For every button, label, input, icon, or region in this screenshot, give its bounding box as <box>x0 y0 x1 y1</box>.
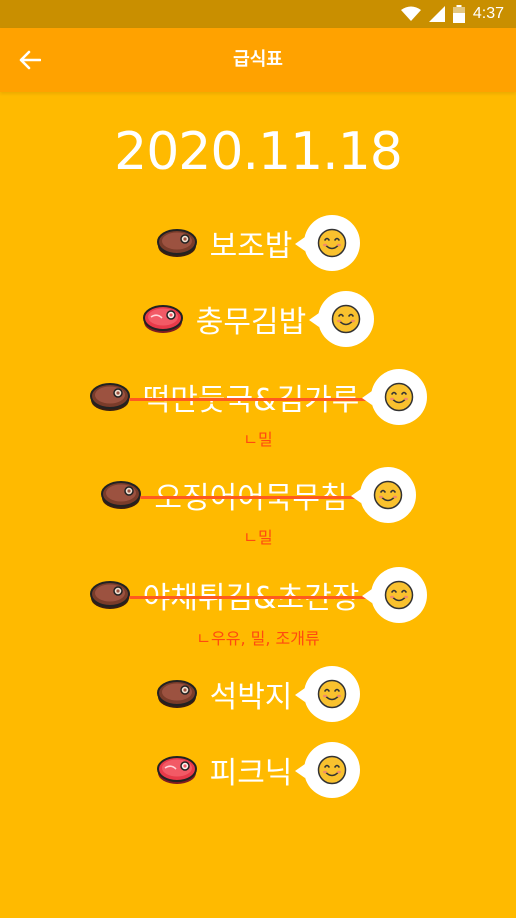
smile-rating-button[interactable] <box>295 666 361 722</box>
menu-item: 떡만둣국&김가루 <box>0 367 516 427</box>
smile-rating-button[interactable] <box>362 369 428 425</box>
allergy-note: ㄴ밀 <box>243 430 273 449</box>
smile-rating-button[interactable] <box>309 291 375 347</box>
menu-list: 보조밥 충무김밥 떡만둣국&김가루 ㄴ밀 오징어어묵무침 ㄴ밀 야채튀김&초간장… <box>0 0 516 918</box>
smile-rating-button[interactable] <box>362 567 428 623</box>
meat-icon <box>89 581 130 609</box>
smiling-face-icon <box>385 580 414 610</box>
menu-item: 보조밥 <box>0 213 516 273</box>
dish-name: 보조밥 <box>209 229 293 264</box>
dish-name: 피크닉 <box>209 756 293 791</box>
dish-name: 충무김밥 <box>195 305 307 340</box>
smile-rating-button[interactable] <box>295 742 361 798</box>
raw-meat-icon <box>156 756 197 784</box>
meat-icon <box>89 383 130 411</box>
smiling-face-icon <box>331 304 361 334</box>
menu-item: 야채튀김&초간장 <box>0 565 516 625</box>
meat-icon <box>156 680 197 708</box>
meat-icon <box>101 481 142 509</box>
menu-item: 충무김밥 <box>0 289 516 349</box>
raw-meat-icon <box>142 305 183 333</box>
smile-rating-button[interactable] <box>295 215 361 271</box>
smiling-face-icon <box>318 679 347 709</box>
allergy-note: ㄴ우유, 밀, 조개류 <box>196 629 320 648</box>
smiling-face-icon <box>385 382 414 412</box>
smiling-face-icon <box>318 755 347 785</box>
menu-item: 석박지 <box>0 664 516 724</box>
smile-rating-button[interactable] <box>350 467 416 523</box>
dish-name: 야채튀김&초간장 <box>128 573 373 617</box>
meat-icon <box>156 229 197 257</box>
smiling-face-icon <box>373 480 402 510</box>
smiling-face-icon <box>318 228 347 258</box>
dish-name: 오징어어묵무침 <box>140 473 362 517</box>
allergy-note: ㄴ밀 <box>243 528 273 547</box>
dish-name: 석박지 <box>209 680 293 715</box>
dish-name: 떡만둣국&김가루 <box>128 375 373 419</box>
menu-item: 오징어어묵무침 <box>0 465 516 525</box>
menu-item: 피크닉 <box>0 740 516 800</box>
